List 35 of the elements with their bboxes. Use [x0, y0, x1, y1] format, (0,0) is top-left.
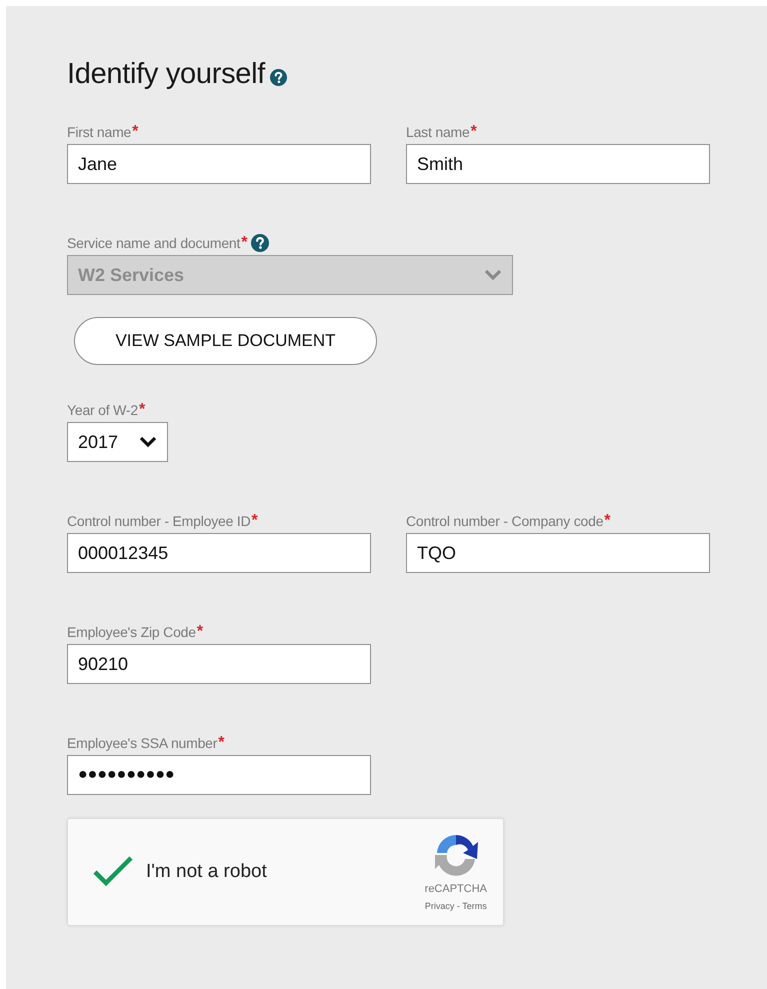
password-field[interactable]: ●●●●●●●●●● [67, 755, 371, 795]
input-field[interactable]: Jane [67, 144, 371, 184]
field-label: Employee's SSA number [67, 735, 218, 751]
field-label: Year of W-2 [67, 402, 138, 418]
input-field[interactable]: Smith [406, 144, 710, 184]
required-mark: * [196, 623, 204, 641]
chevron-icon [484, 269, 502, 281]
input-field[interactable]: TQO [406, 533, 710, 573]
field-label: Last name [406, 124, 470, 140]
field-label: First name [67, 124, 132, 140]
field-label: Employee's Zip Code [67, 624, 196, 640]
form-title: Identify yourself [67, 58, 265, 91]
field-label: Service name and document [67, 235, 240, 251]
checkmark-icon[interactable] [92, 855, 134, 889]
field-label: Control number - Employee ID [67, 513, 250, 529]
view-sample-button[interactable]: VIEW SAMPLE DOCUMENT [74, 317, 377, 365]
required-mark: * [138, 401, 146, 419]
required-mark: * [604, 512, 611, 530]
help-icon[interactable] [270, 69, 287, 86]
required-mark: * [251, 512, 258, 530]
required-mark: * [241, 234, 248, 252]
select-value: W2 Services [78, 264, 184, 286]
field-label: Control number - Company code [406, 513, 604, 529]
privacy-terms-link[interactable]: Privacy - Terms [424, 901, 487, 911]
input-field[interactable]: 90210 [67, 644, 371, 684]
select-value: 2017 [78, 432, 118, 452]
required-mark: * [218, 734, 224, 752]
required-mark: * [132, 123, 138, 141]
captcha-logo-icon [432, 833, 479, 877]
select-field[interactable]: 2017 [67, 422, 168, 462]
captcha-brand: reCAPTCHA [424, 883, 487, 895]
captcha-label: I'm not a robot [146, 861, 268, 883]
input-field[interactable]: 000012345 [67, 533, 371, 573]
required-mark: * [470, 123, 477, 141]
chevron-icon [139, 436, 157, 448]
